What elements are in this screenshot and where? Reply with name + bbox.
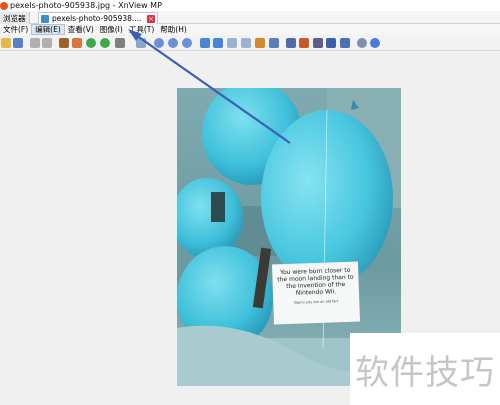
menu-edit[interactable]: 编辑(E) [31, 24, 65, 35]
next-icon[interactable] [213, 38, 223, 48]
card-subtext: Damn you are an old fart [294, 299, 339, 305]
menu-view[interactable]: 查看(V) [65, 24, 97, 35]
tab-browser-label: 浏览器 [3, 13, 26, 23]
last-icon[interactable] [241, 38, 251, 48]
menu-tools[interactable]: 工具(T) [126, 24, 157, 35]
resize-icon[interactable] [72, 38, 82, 48]
app-icon [0, 1, 8, 10]
menu-file[interactable]: 文件(F) [0, 24, 31, 35]
window-title: pexels-photo-905938.jpg - XnView MP [10, 1, 162, 10]
undo-icon[interactable] [30, 38, 40, 48]
fullscreen-icon[interactable] [269, 38, 279, 48]
open-folder-icon[interactable] [1, 38, 11, 48]
tab-browser[interactable]: 浏览器 [0, 12, 30, 24]
adjust-icon[interactable] [115, 38, 125, 48]
title-bar: pexels-photo-905938.jpg - XnView MP [0, 0, 500, 11]
tab-bar: 浏览器 pexels-photo-905938.... × [0, 11, 500, 24]
print-icon[interactable] [313, 38, 323, 48]
tab-image-label: pexels-photo-905938.... [52, 14, 142, 23]
image-icon [41, 14, 49, 23]
prev-icon[interactable] [200, 38, 210, 48]
zoom-fit-icon[interactable] [168, 38, 178, 48]
watermark-text: 软件技巧 [355, 352, 495, 393]
save-icon[interactable] [13, 38, 23, 48]
settings-icon[interactable] [357, 38, 367, 48]
menu-bar: 文件(F) 编辑(E) 查看(V) 图像(I) 工具(T) 帮助(H) [0, 24, 500, 35]
slideshow-icon[interactable] [255, 38, 265, 48]
menu-help[interactable]: 帮助(H) [157, 24, 190, 35]
message-card: You were born closer to the moon landing… [271, 261, 361, 325]
help-icon[interactable] [370, 38, 380, 48]
rotate-right-icon[interactable] [100, 38, 110, 48]
card-text: You were born closer to the moon landing… [277, 266, 354, 297]
zoom-in-icon[interactable] [154, 38, 164, 48]
mail-icon[interactable] [136, 38, 146, 48]
zoom-out-icon[interactable] [182, 38, 192, 48]
first-icon[interactable] [227, 38, 237, 48]
scanner-icon[interactable] [326, 38, 336, 48]
tab-image[interactable]: pexels-photo-905938.... × [38, 12, 158, 24]
rotate-left-icon[interactable] [86, 38, 96, 48]
crop-icon[interactable] [59, 38, 69, 48]
close-tab-icon[interactable]: × [147, 15, 155, 23]
properties-icon[interactable] [286, 38, 296, 48]
toolbar [0, 35, 500, 51]
grid-icon[interactable] [299, 38, 309, 48]
monitor-icon[interactable] [340, 38, 350, 48]
menu-image[interactable]: 图像(I) [97, 24, 126, 35]
redo-icon[interactable] [42, 38, 52, 48]
watermark: 软件技巧 [350, 333, 500, 405]
